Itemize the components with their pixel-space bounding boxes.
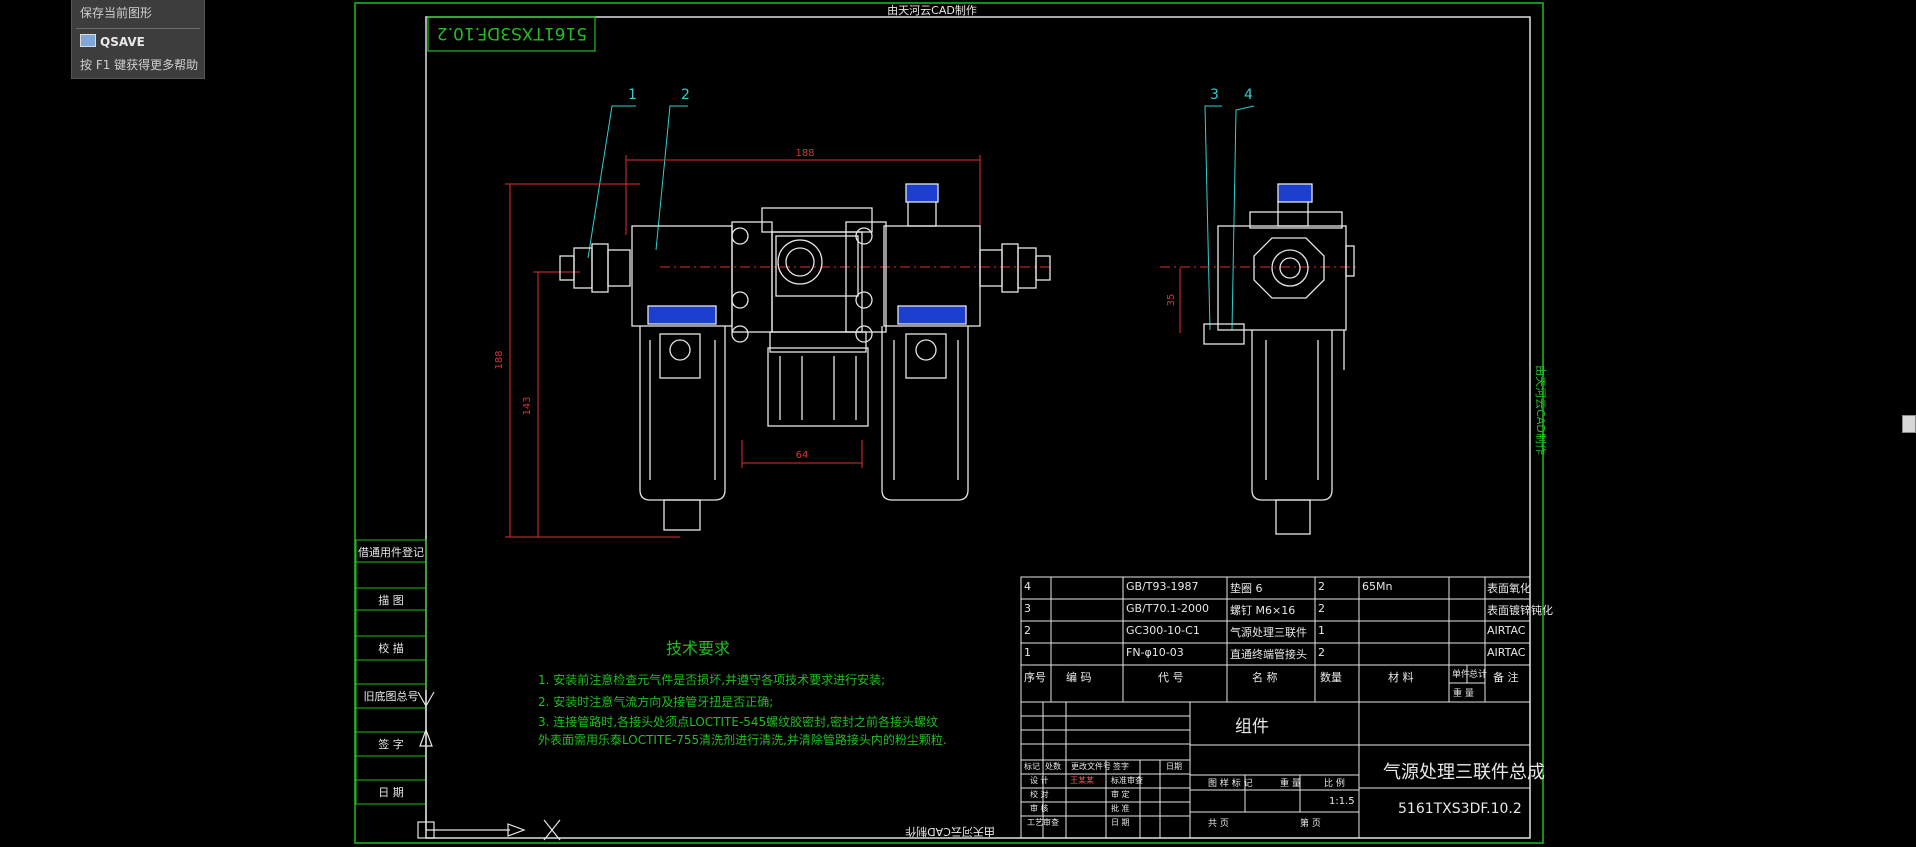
dim-overall-width: 188: [795, 148, 814, 159]
side-label-2: 校 描: [378, 641, 404, 655]
tb-design: 设 计: [1030, 776, 1049, 785]
tech-req-3: 3. 连接管路时,各接头处须点LOCTITE-545螺纹胶密封,密封之前各接头螺…: [538, 714, 938, 729]
bom-cell-note: 表面镀锌钝化: [1487, 604, 1553, 617]
title-product-name: 气源处理三联件总成: [1383, 762, 1545, 783]
drawing-no-rotated: 5161TXS3DF.10.2: [437, 23, 587, 43]
bom-header-seq: 序号: [1024, 671, 1046, 684]
bom-cell-seq: 1: [1024, 646, 1031, 659]
title-scale: 1:1.5: [1329, 796, 1355, 807]
tb-mark: 标记: [1024, 762, 1040, 771]
tb-review: 审 定: [1111, 790, 1130, 799]
bom-header-unit_w: 单件: [1452, 670, 1471, 680]
outer-frame: [354, 2, 1544, 844]
dim-gauge-width: 64: [796, 450, 809, 461]
title-sheet: 第 页: [1300, 819, 1321, 829]
balloon-3: 3: [1210, 87, 1219, 103]
title-sheet-total: 共 页: [1208, 819, 1229, 829]
bom-cell-spec: GB/T70.1-2000: [1126, 602, 1209, 615]
side-label-5: 日 期: [378, 786, 404, 799]
title-drawing-no: 5161TXS3DF.10.2: [1398, 801, 1522, 817]
bom-cell-seq: 3: [1024, 602, 1031, 615]
tb-designer-stamp: 王某某: [1070, 776, 1094, 785]
bom-cell-name: 螺钉 M6×16: [1230, 604, 1296, 617]
bom-header-qty: 数量: [1320, 671, 1342, 684]
balloon-4: 4: [1244, 87, 1253, 103]
tb-process: 工艺审查: [1027, 818, 1059, 827]
watermark-side: 由天河云CAD制作: [1534, 365, 1548, 455]
tech-req-1: 1. 安装前注意检查元气件是否损坏,并遵守各项技术要求进行安装;: [538, 672, 885, 687]
title-stage-mark: 图 样 标 记: [1208, 779, 1253, 789]
bom-cell-name: 气源处理三联件: [1230, 626, 1307, 639]
bom-header-note: 备 注: [1493, 671, 1519, 684]
balloon-2: 2: [681, 87, 690, 103]
tb-count: 处数: [1045, 762, 1061, 771]
title-group: 组件: [1235, 717, 1269, 737]
dimension-lines: [505, 155, 1360, 538]
bom-cell-note: 表面氧化: [1487, 582, 1531, 595]
tb-change-doc: 更改文件号: [1071, 762, 1111, 771]
dim-lower-height: 143: [522, 396, 533, 415]
tb-standard: 标准审查: [1111, 776, 1143, 785]
bom-header-total_w: 总计: [1469, 670, 1488, 680]
bom-cell-note: AIRTAC: [1487, 646, 1526, 659]
bom-header-code: 编 码: [1066, 671, 1092, 684]
bom-cell-name: 垫圈 6: [1230, 582, 1263, 595]
bom-cell-note: AIRTAC: [1487, 624, 1526, 637]
leader-lines: [587, 105, 1255, 331]
ucs-icon: [417, 690, 561, 841]
dim-side-offset: 35: [1166, 294, 1177, 307]
tech-req-title: 技术要求: [666, 639, 730, 658]
tb-check: 校 对: [1030, 790, 1049, 799]
bom-cell-qty: 2: [1318, 646, 1325, 659]
tb-approve: 批 准: [1111, 804, 1130, 813]
bom-header-weight: 重 量: [1453, 689, 1474, 699]
tb-sign: 签字: [1113, 762, 1129, 771]
bom-cell-qty: 1: [1318, 624, 1325, 637]
balloon-1: 1: [628, 87, 637, 103]
bom-header-name: 名 称: [1252, 671, 1278, 684]
title-weight-label: 重 量: [1280, 779, 1301, 789]
bom-header-material: 材 料: [1388, 671, 1414, 684]
side-label-3: 旧底图总号: [364, 689, 419, 703]
tb-audit: 审 核: [1030, 804, 1049, 813]
tb-date2: 日 期: [1111, 818, 1130, 827]
bom-cell-seq: 2: [1024, 624, 1031, 637]
bom-cell-material: 65Mn: [1362, 580, 1393, 593]
bom-cell-spec: GC300-10-C1: [1126, 624, 1200, 637]
watermark-bottom: 由天河云CAD制作: [905, 825, 995, 839]
title-ratio-label: 比 例: [1324, 779, 1345, 789]
tb-date: 日期: [1166, 762, 1182, 771]
bom-cell-qty: 2: [1318, 580, 1325, 593]
tech-req-4: 外表面需用乐泰LOCTITE-755清洗剂进行清洗,并清除管路接头内的粉尘颗粒.: [538, 732, 947, 747]
side-label-4: 签 字: [378, 737, 404, 751]
bom-cell-spec: GB/T93-1987: [1126, 580, 1199, 593]
side-label-0: 借通用件登记: [358, 545, 424, 559]
side-label-table: [355, 539, 427, 805]
front-view-assembly: [559, 183, 1051, 531]
bom-cell-seq: 4: [1024, 580, 1031, 593]
watermark-top: 由天河云CAD制作: [887, 3, 977, 17]
bom-cell-spec: FN-φ10-03: [1126, 646, 1184, 659]
tech-req-2: 2. 安装时注意气流方向及接管牙扭是否正确;: [538, 694, 773, 709]
side-view-assembly: [1203, 183, 1355, 535]
bom-header-spec: 代 号: [1158, 671, 1184, 684]
cad-drawing-canvas[interactable]: 由天河云CAD制作 由天河云CAD制作 由天河云CAD制作 5161TXS3DF…: [0, 0, 1916, 847]
bom-cell-qty: 2: [1318, 602, 1325, 615]
bom-cell-name: 直通终端管接头: [1230, 648, 1307, 661]
side-label-1: 描 图: [378, 593, 404, 607]
dim-overall-height: 188: [494, 350, 505, 369]
